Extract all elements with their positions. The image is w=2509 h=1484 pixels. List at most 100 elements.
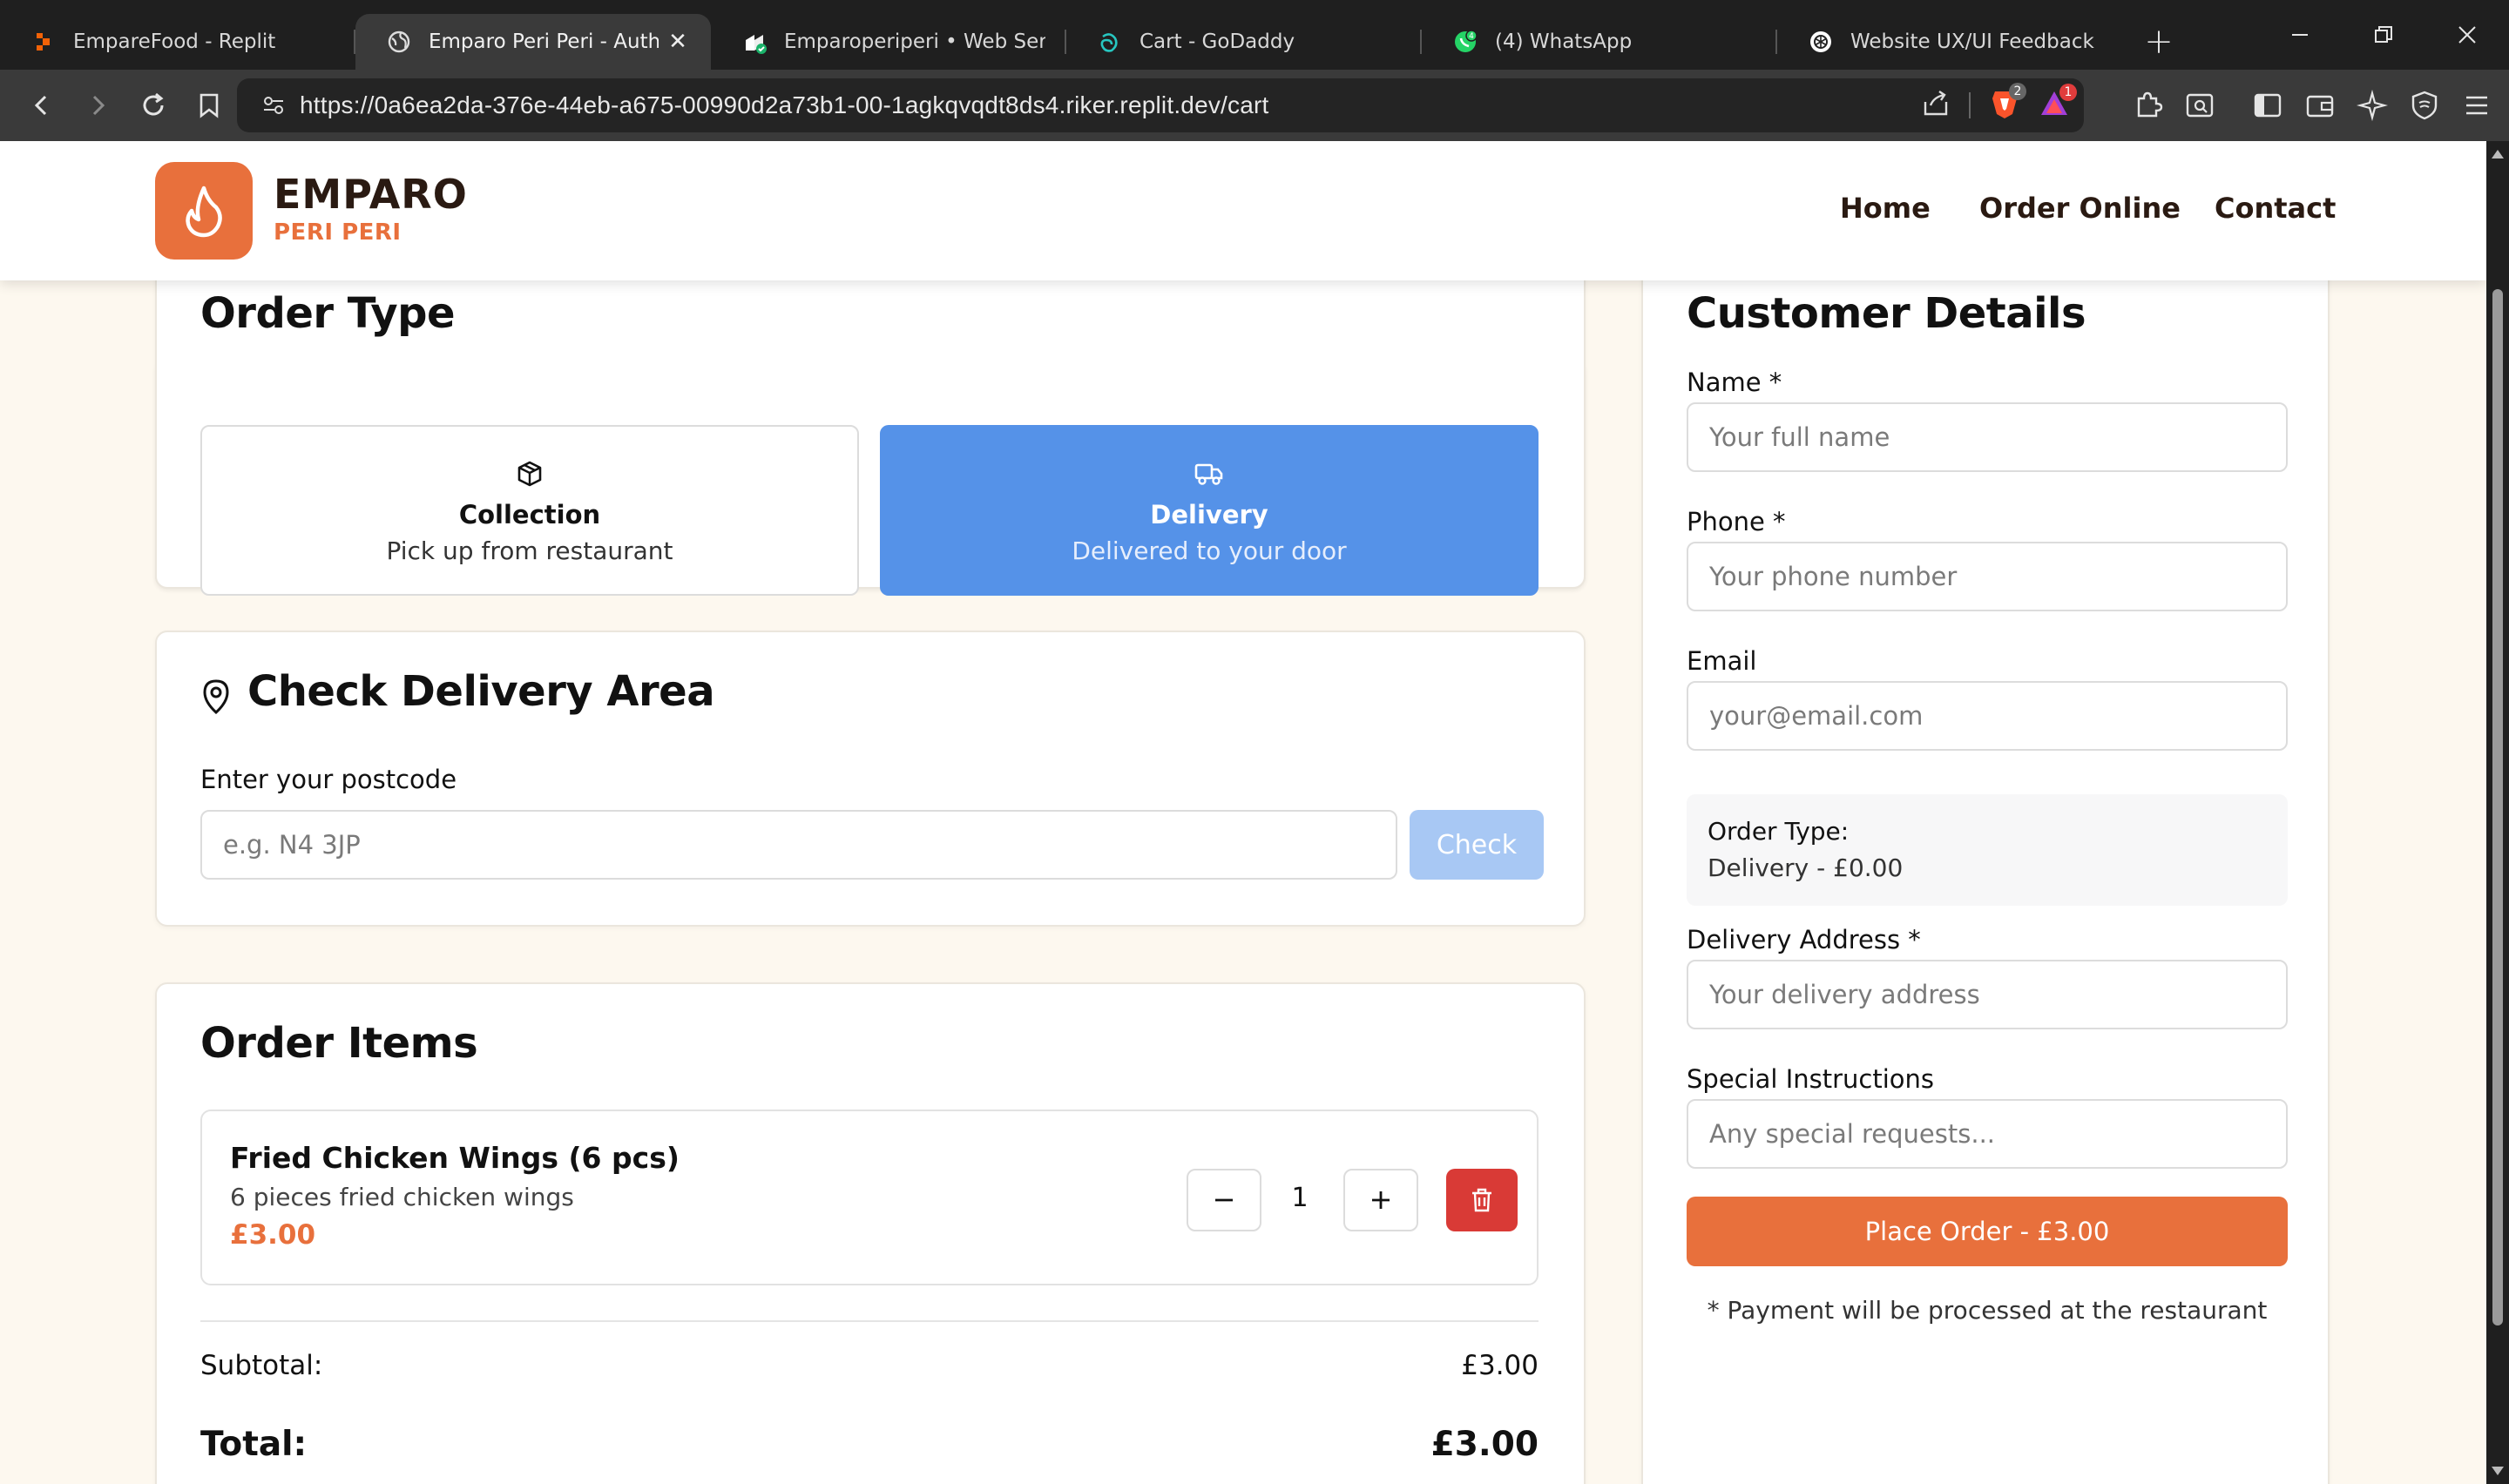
delivery-title: Delivery <box>1150 499 1268 530</box>
minimize-button[interactable] <box>2258 0 2342 70</box>
collection-subtitle: Pick up from restaurant <box>386 536 673 565</box>
tab-whatsapp[interactable]: 4 (4) WhatsApp <box>1422 14 1777 70</box>
instructions-input[interactable] <box>1687 1099 2288 1169</box>
location-pin-icon <box>199 678 233 719</box>
share-icon[interactable] <box>1922 90 1950 121</box>
tab-title: Emparoperiperi • Web Servic <box>784 30 1045 53</box>
increase-quantity-button[interactable] <box>1343 1169 1418 1231</box>
tab-website-ux-feedback[interactable]: Website UX/UI Feedback <box>1777 14 2133 70</box>
delivery-area-card: Check Delivery Area Enter your postcode … <box>155 631 1586 927</box>
brand-name[interactable]: EMPARO <box>274 171 468 218</box>
svg-text:4: 4 <box>1469 32 1474 41</box>
total-row: Total: £3.00 <box>200 1425 1539 1464</box>
subtotal-row: Subtotal: £3.00 <box>200 1350 1539 1381</box>
replit-icon <box>31 30 56 54</box>
order-item: Fried Chicken Wings (6 pcs) 6 pieces fri… <box>200 1110 1539 1285</box>
phone-label: Phone * <box>1687 507 1786 536</box>
delivery-subtitle: Delivered to your door <box>1072 536 1347 565</box>
tab-emparoperiperi-web-service[interactable]: Emparoperiperi • Web Servic <box>711 14 1066 70</box>
brave-badge: 2 <box>2009 83 2026 100</box>
rewards-badge: 1 <box>2059 84 2077 101</box>
new-tab-button[interactable]: + <box>2133 14 2185 70</box>
bookmark-icon[interactable] <box>183 79 235 132</box>
flame-icon <box>186 186 222 238</box>
site-settings-icon[interactable] <box>247 93 300 118</box>
leo-ai-icon[interactable] <box>2350 84 2394 127</box>
brave-rewards-icon[interactable]: 1 <box>2039 84 2077 122</box>
collection-option[interactable]: Collection Pick up from restaurant <box>200 425 859 596</box>
openai-icon <box>1809 30 1833 54</box>
plus-icon <box>1372 1191 1390 1209</box>
remove-item-button[interactable] <box>1446 1169 1518 1231</box>
email-input[interactable] <box>1687 681 2288 751</box>
vpn-shield-icon[interactable] <box>2403 84 2446 127</box>
globe-icon <box>387 30 411 54</box>
address-input[interactable] <box>1687 960 2288 1029</box>
restore-button[interactable] <box>2342 0 2425 70</box>
postcode-label: Enter your postcode <box>200 765 457 794</box>
sidebar-toggle-icon[interactable] <box>2246 84 2289 127</box>
back-icon[interactable] <box>16 79 68 132</box>
nav-home[interactable]: Home <box>1840 192 1931 225</box>
wallet-icon[interactable] <box>2298 84 2342 127</box>
subtotal-label: Subtotal: <box>200 1350 323 1381</box>
package-icon <box>516 456 544 491</box>
scroll-down-arrow[interactable] <box>2492 1467 2504 1475</box>
logo[interactable] <box>155 162 253 260</box>
order-items-card: Order Items Fried Chicken Wings (6 pcs) … <box>155 982 1586 1484</box>
total-value: £3.00 <box>1430 1425 1539 1464</box>
url-text: https://0a6ea2da-376e-44eb-a675-00990d2a… <box>300 91 1269 118</box>
address-label: Delivery Address * <box>1687 925 1921 954</box>
scroll-up-arrow[interactable] <box>2492 150 2504 159</box>
phone-input[interactable] <box>1687 542 2288 611</box>
order-items-title: Order Items <box>200 1019 478 1068</box>
brave-shields-icon[interactable]: 2 <box>1990 83 2026 123</box>
order-type-summary-label: Order Type: <box>1708 817 1850 846</box>
tab-emparefood-replit[interactable]: EmpareFood - Replit <box>0 14 355 70</box>
customer-details-title: Customer Details <box>1687 289 2086 338</box>
nav-contact[interactable]: Contact <box>2215 192 2336 225</box>
minus-icon <box>1215 1198 1233 1202</box>
address-bar[interactable]: https://0a6ea2da-376e-44eb-a675-00990d2a… <box>237 78 2084 132</box>
payment-note: * Payment will be processed at the resta… <box>1707 1296 2268 1325</box>
scrollbar-thumb[interactable] <box>2492 289 2503 1325</box>
godaddy-icon <box>1098 30 1122 54</box>
extensions-icon[interactable] <box>2126 84 2169 127</box>
nav-order-online[interactable]: Order Online <box>1979 192 2181 225</box>
decrease-quantity-button[interactable] <box>1187 1169 1261 1231</box>
tab-title: Cart - GoDaddy <box>1140 30 1295 53</box>
postcode-input[interactable] <box>200 810 1397 880</box>
forward-icon[interactable] <box>71 79 124 132</box>
page-scrollbar[interactable] <box>2486 141 2509 1484</box>
email-label: Email <box>1687 646 1757 676</box>
delivery-option[interactable]: Delivery Delivered to your door <box>880 425 1539 596</box>
page-viewport: EMPARO PERI PERI Home Order Online Conta… <box>0 141 2486 1484</box>
tab-cart-godaddy[interactable]: Cart - GoDaddy <box>1066 14 1422 70</box>
browser-toolbar: https://0a6ea2da-376e-44eb-a675-00990d2a… <box>0 70 2509 141</box>
site-header: EMPARO PERI PERI Home Order Online Conta… <box>0 141 2486 280</box>
subtotal-value: £3.00 <box>1461 1350 1539 1381</box>
item-description: 6 pieces fried chicken wings <box>230 1183 574 1211</box>
collection-title: Collection <box>458 499 601 530</box>
brand-subtitle: PERI PERI <box>274 219 402 246</box>
item-name: Fried Chicken Wings (6 pcs) <box>230 1141 680 1175</box>
window-controls <box>2258 0 2509 70</box>
name-input[interactable] <box>1687 402 2288 472</box>
menu-icon[interactable] <box>2455 84 2499 127</box>
tab-emparo-peri-peri[interactable]: Emparo Peri Peri - Authen ✕ <box>355 14 711 70</box>
close-window-button[interactable] <box>2425 0 2509 70</box>
reload-icon[interactable] <box>127 79 179 132</box>
close-tab-icon[interactable]: ✕ <box>666 29 690 55</box>
order-type-summary-value: Delivery - £0.00 <box>1708 853 1904 882</box>
truck-icon <box>1194 456 1224 491</box>
tab-title: Emparo Peri Peri - Authen <box>429 30 659 53</box>
name-label: Name * <box>1687 368 1782 397</box>
tab-title: (4) WhatsApp <box>1495 30 1633 53</box>
reader-mode-icon[interactable] <box>2178 84 2222 127</box>
place-order-button[interactable]: Place Order - £3.00 <box>1687 1197 2288 1266</box>
delivery-area-title: Check Delivery Area <box>247 667 715 716</box>
check-postcode-button[interactable]: Check <box>1410 810 1544 880</box>
order-type-title: Order Type <box>200 289 456 338</box>
item-price: £3.00 <box>230 1219 316 1251</box>
total-label: Total: <box>200 1425 308 1464</box>
